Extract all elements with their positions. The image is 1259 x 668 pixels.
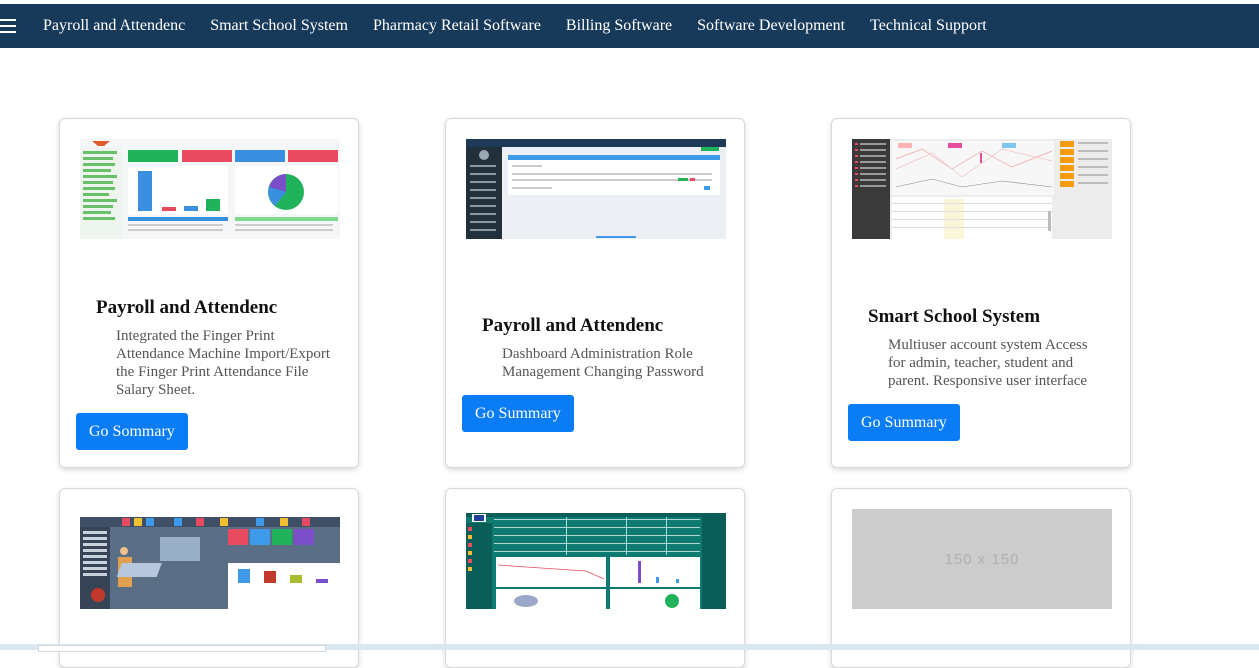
nav-link-billing[interactable]: Billing Software [566,17,672,35]
card-description: Multiuser account system Access for admi… [888,337,1088,389]
nav-link-software-development[interactable]: Software Development [697,17,845,35]
horizontal-scrollbar[interactable] [0,644,1259,652]
go-summary-button[interactable]: Go Sommary [76,413,188,450]
card-title: Smart School System [868,306,1041,327]
product-card-pharmacy [59,488,359,668]
hamburger-menu-icon[interactable] [0,19,16,33]
nav-link-technical-support[interactable]: Technical Support [870,17,987,35]
product-card-placeholder: 150 x 150 [831,488,1131,668]
nav-link-smart-school[interactable]: Smart School System [210,17,348,35]
payroll-dashboard-screenshot [80,139,340,239]
school-system-screenshot [852,139,1112,239]
nav-links: Payroll and Attendenc Smart School Syste… [43,4,1012,48]
placeholder-image: 150 x 150 [852,509,1112,609]
card-title: Payroll and Attendenc [96,297,278,318]
card-description: Integrated the Finger Print Attendance M… [116,328,331,398]
card-description: Dashboard Administration Role Management… [502,346,704,380]
product-card-smart-school: Smart School System Multiuser account sy… [831,118,1131,468]
billing-software-screenshot [466,513,726,613]
nav-link-payroll[interactable]: Payroll and Attendenc [43,17,185,35]
nav-link-pharmacy[interactable]: Pharmacy Retail Software [373,17,541,35]
product-card-billing [445,488,745,668]
product-card-payroll-dashboard: Payroll and Attendenc Dashboard Administ… [445,118,745,468]
card-title: Payroll and Attendenc [482,315,664,336]
go-summary-button[interactable]: Go Summary [462,395,574,432]
top-navbar: Payroll and Attendenc Smart School Syste… [0,4,1259,48]
go-summary-button[interactable]: Go Summary [848,404,960,441]
pharmacy-software-screenshot [80,513,340,613]
admin-dashboard-screenshot [466,139,726,239]
product-card-payroll: Payroll and Attendenc Integrated the Fin… [59,118,359,468]
scrollbar-thumb[interactable] [38,645,326,652]
